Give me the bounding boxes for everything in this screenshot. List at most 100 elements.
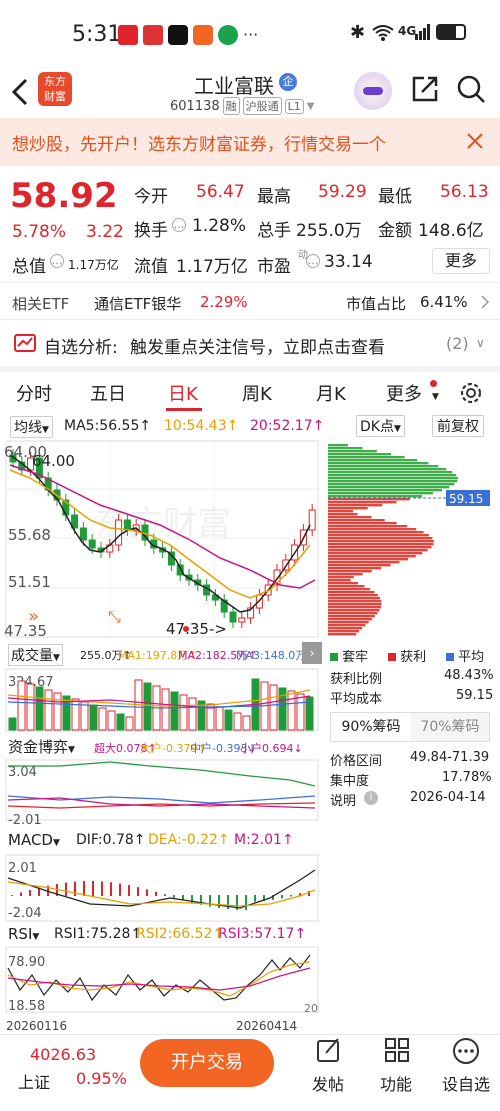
ma-selector[interactable]: 均线▼ [10,416,53,438]
low-value: 56.13 [440,182,489,202]
chip-bar [328,507,368,510]
chip-panel: › 套牢 获利 平均 获利比例 48.43% 平均成本 59.15 90%筹码 … [302,640,496,820]
rsi-right-val: 20 [304,1002,318,1015]
chip-bar [328,468,447,471]
double-chevron-icon: » [28,606,39,627]
chip-bar [328,474,457,477]
chevron-down-icon[interactable]: ∨ [476,336,485,350]
chevron-down-icon[interactable]: ▼ [307,101,315,112]
tab-70-chips[interactable]: 70%筹码 [411,713,489,741]
tab-weekly-k[interactable]: 周K [242,380,272,406]
trade-button[interactable]: 开户交易 [140,1039,274,1087]
volume-bar [53,692,62,731]
info-icon[interactable]: … [50,254,64,268]
add-watchlist-icon[interactable] [452,1037,480,1065]
tab-daily-k[interactable]: 日K [168,380,198,406]
bluetooth-icon: ✱ [350,22,366,43]
volume-selector[interactable]: 成交量▼ [8,644,63,666]
chip-bar [328,561,400,564]
info-icon[interactable]: … [306,254,320,268]
fq-button[interactable]: 前复权 [432,415,484,437]
collapse-tab[interactable]: › [302,642,322,664]
chip-bar [328,459,418,462]
chip-bar [328,492,433,495]
analysis-alert[interactable]: 自选分析: 触发重点关注信号，立即点击查看 (2) ∨ [0,322,500,366]
mcap-value: 1.17万亿 [68,258,119,272]
chevron-right-icon[interactable] [480,295,490,309]
chip-bar [328,570,372,573]
close-icon[interactable] [466,132,484,150]
ma20-value: 20:52.17↑ [250,418,325,434]
chip-bar [328,471,453,474]
chip-bar [328,594,378,597]
volume-bar [179,694,188,731]
tag-hgt: 沪股通 [242,97,282,115]
signal-icon [415,24,430,40]
volume-bar [44,689,53,731]
volume-bar [125,716,134,731]
macd-m: M:2.01↑ [234,832,294,848]
period-tabs: 分时 五日 日K 周K 月K 更多 ▼ [0,366,500,411]
fund-selector[interactable]: 资金博弈▼ [8,736,75,757]
gear-icon[interactable] [458,380,484,406]
assistant-avatar[interactable] [354,72,392,110]
chip-bar [328,549,428,552]
etf-row[interactable]: 相关ETF 通信ETF银华 2.29% 市值占比 6.41% [0,282,500,320]
chip-bar [328,621,369,624]
chip-bar [328,531,424,534]
function-icon[interactable] [384,1037,410,1063]
function-label[interactable]: 功能 [380,1071,412,1095]
more-button[interactable]: 更多 [432,248,490,274]
turnover-value: 1.28% [192,216,247,236]
amount-label: 金额 [378,221,412,241]
index-pct: 0.95% [76,1069,127,1088]
info-icon[interactable]: i [364,791,378,805]
quote-panel: 58.92 5.78% 3.22 今开 56.47 最高 59.29 最低 56… [0,166,500,280]
rsi-selector[interactable]: RSI▼ [8,925,39,943]
chip-bar [328,537,433,540]
share-icon[interactable] [410,74,440,104]
chip-bar [328,543,434,546]
back-icon[interactable] [10,78,30,106]
low-marker: 47.35-> [166,620,227,638]
volume-bar [278,687,287,731]
fund-y-bot: -2.01 [8,813,42,828]
tab-90-chips[interactable]: 90%筹码 [331,713,411,741]
triangle-down-icon: ▼ [432,392,439,402]
stock-title: 工业富联 企 [194,70,298,99]
post-icon[interactable] [316,1037,342,1063]
analysis-icon [14,334,36,352]
chip-bar [328,579,351,582]
app-logo: 东方 财富 [38,72,72,106]
volume-bar [269,684,278,731]
chip-bar [328,597,381,600]
chip-bar [328,591,375,594]
chip-bar [328,606,381,609]
volume-bar [71,698,80,731]
tab-more[interactable]: 更多 [386,380,422,406]
macd-bar [164,894,166,896]
chip-bar [328,603,382,606]
macd-y-top: 2.01 [8,861,37,876]
turnover-label: 换手 [134,221,168,241]
macd-bar [173,895,175,898]
add-watchlist-label[interactable]: 设自选 [442,1071,490,1095]
tab-monthly-k[interactable]: 月K [316,380,346,406]
search-icon[interactable] [456,74,486,104]
info-icon[interactable]: … [172,218,186,232]
tab-intraday[interactable]: 分时 [16,380,52,406]
chip-bar [328,630,359,633]
macd-bar [101,881,103,896]
macd-selector[interactable]: MACD▼ [8,831,60,849]
volume-bar [188,697,197,731]
post-label[interactable]: 发帖 [312,1071,344,1095]
chip-bar [328,615,375,618]
dk-selector[interactable]: DK点▼ [356,415,405,437]
tab-5day[interactable]: 五日 [90,380,126,406]
fund-legend: 资金博弈▼ 超大0.078↑ 大户-0.379↑ 中户-0.393↓ 小户0.6… [0,736,325,760]
avg-label: 平均成本 [330,692,383,707]
chip-bar [328,447,363,450]
open-value: 56.47 [196,182,245,202]
rsi-y-bot: 18.58 [8,999,45,1014]
promo-banner[interactable]: 想炒股，先开户！选东方财富证券，行情交易一个 [0,118,500,166]
